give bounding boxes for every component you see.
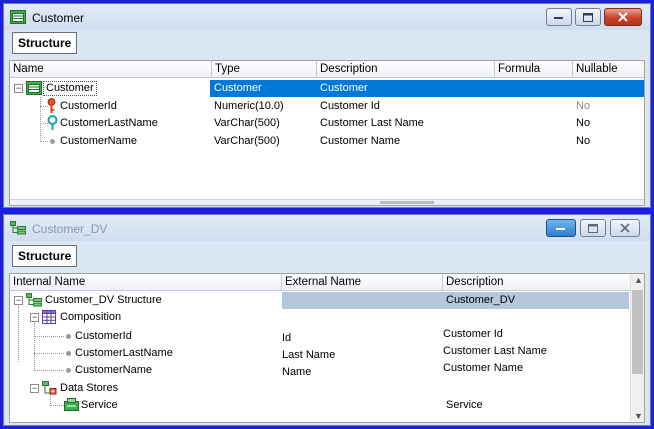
bullet-icon	[66, 351, 71, 356]
bullet-icon	[66, 334, 71, 339]
collapse-toggle[interactable]: −	[14, 84, 23, 93]
bullet-icon	[66, 368, 71, 373]
row-description: Customer Last Name	[443, 345, 547, 357]
row-nullable: No	[576, 100, 591, 112]
grid-header: Internal Name External Name Description	[10, 274, 630, 291]
tree-node-data-stores[interactable]: − Data Stores	[10, 380, 644, 397]
transaction-icon	[10, 10, 26, 24]
table-row[interactable]: CustomerName Name Customer Name	[10, 362, 644, 379]
row-external-name: Id	[282, 332, 292, 344]
service-icon	[64, 398, 79, 411]
row-name: CustomerId	[60, 100, 117, 112]
close-icon	[620, 223, 630, 233]
data-view-icon	[10, 221, 26, 235]
column-header-description[interactable]: Description	[317, 61, 495, 78]
table-icon	[42, 310, 56, 324]
customer-dv-window: Customer_DV Structure Internal Name Exte…	[3, 214, 651, 426]
horizontal-scrollbar[interactable]	[10, 199, 644, 205]
maximize-button[interactable]	[580, 219, 606, 237]
scrollbar-thumb[interactable]	[632, 290, 643, 374]
column-header-type[interactable]: Type	[212, 61, 317, 78]
row-description: Customer Name	[443, 362, 524, 374]
scrollbar-thumb[interactable]	[380, 201, 434, 204]
selection-highlight	[210, 80, 644, 97]
row-name: CustomerName	[60, 135, 138, 147]
row-type: Customer	[214, 82, 262, 94]
maximize-icon	[588, 223, 598, 233]
structure-tab[interactable]: Structure	[12, 245, 78, 267]
structure-tab[interactable]: Structure	[12, 32, 78, 54]
row-name: Service	[81, 399, 118, 411]
table-row[interactable]: CustomerId Id Customer Id	[10, 328, 644, 345]
row-nullable: No	[576, 117, 591, 129]
row-name: CustomerId	[75, 330, 132, 342]
window-title: Customer_DV	[32, 222, 108, 236]
table-row-root[interactable]: − Customer Customer Customer	[10, 80, 644, 97]
collapse-toggle[interactable]: −	[30, 313, 39, 322]
column-header-formula[interactable]: Formula	[495, 61, 573, 78]
row-name: Data Stores	[60, 382, 119, 394]
row-name: CustomerName	[75, 364, 153, 376]
row-description: Customer Last Name	[320, 117, 424, 129]
row-description: Customer	[320, 82, 368, 94]
table-row[interactable]: Service Service	[10, 397, 644, 414]
maximize-icon	[583, 12, 593, 22]
row-external-name: Name	[282, 366, 312, 378]
row-nullable: No	[576, 135, 591, 147]
row-description: Service	[446, 399, 483, 411]
structure-grid: Name Type Description Formula Nullable −…	[9, 60, 645, 206]
customer-titlebar[interactable]: Customer	[4, 4, 650, 30]
bullet-icon	[50, 139, 55, 144]
tree-node-composition[interactable]: − Composition	[10, 309, 644, 326]
close-button[interactable]	[610, 219, 640, 237]
table-row[interactable]: CustomerLastName Last Name Customer Last…	[10, 345, 644, 362]
column-header-external-name[interactable]: External Name	[282, 274, 443, 291]
maximize-button[interactable]	[575, 8, 601, 26]
close-button[interactable]	[604, 8, 642, 26]
row-name: Customer_DV Structure	[45, 294, 162, 306]
window-title: Customer	[32, 11, 85, 25]
row-name: Composition	[60, 311, 122, 323]
table-row[interactable]: CustomerName VarChar(500) Customer Name …	[10, 133, 644, 150]
table-row[interactable]: CustomerLastName VarChar(500) Customer L…	[10, 115, 644, 132]
row-name: CustomerLastName	[75, 347, 173, 359]
minimize-button[interactable]	[546, 8, 572, 26]
table-row-root[interactable]: − Customer_DV Structure Customer_DV	[10, 292, 644, 309]
data-stores-icon	[42, 381, 57, 395]
row-name: CustomerLastName	[60, 117, 158, 129]
column-header-nullable[interactable]: Nullable	[573, 61, 644, 78]
column-header-internal-name[interactable]: Internal Name	[10, 274, 282, 291]
data-view-grid: Internal Name External Name Description …	[9, 273, 645, 423]
close-icon	[618, 12, 628, 22]
table-row[interactable]: CustomerId Numeric(10.0) Customer Id No	[10, 98, 644, 115]
row-external-name: Last Name	[282, 349, 336, 361]
column-header-description[interactable]: Description	[443, 274, 629, 291]
row-name: Customer	[43, 81, 97, 96]
primary-key-icon	[47, 98, 56, 113]
row-description: Customer Id	[443, 328, 503, 340]
column-header-name[interactable]: Name	[10, 61, 212, 78]
customer-dv-titlebar[interactable]: Customer_DV	[4, 215, 650, 241]
customer-window: Customer Structure Name Type Description…	[3, 3, 651, 208]
collapse-toggle[interactable]: −	[30, 384, 39, 393]
scroll-down-icon[interactable]: ▼	[634, 411, 643, 421]
row-description: Customer Name	[320, 135, 401, 147]
grid-header: Name Type Description Formula Nullable	[10, 61, 644, 78]
row-type: VarChar(500)	[214, 135, 280, 147]
minimize-icon	[556, 228, 565, 230]
row-description: Customer Id	[320, 100, 380, 112]
collapse-toggle[interactable]: −	[14, 296, 23, 305]
row-description: Customer_DV	[446, 294, 516, 306]
minimize-button[interactable]	[546, 219, 576, 237]
row-type: Numeric(10.0)	[214, 100, 284, 112]
row-type: VarChar(500)	[214, 117, 280, 129]
transaction-icon	[26, 81, 42, 95]
data-view-icon	[26, 293, 42, 307]
search-key-icon	[47, 115, 58, 130]
scroll-up-icon[interactable]: ▲	[634, 275, 643, 285]
vertical-scrollbar[interactable]: ▲ ▼	[630, 274, 644, 422]
minimize-icon	[554, 17, 563, 19]
